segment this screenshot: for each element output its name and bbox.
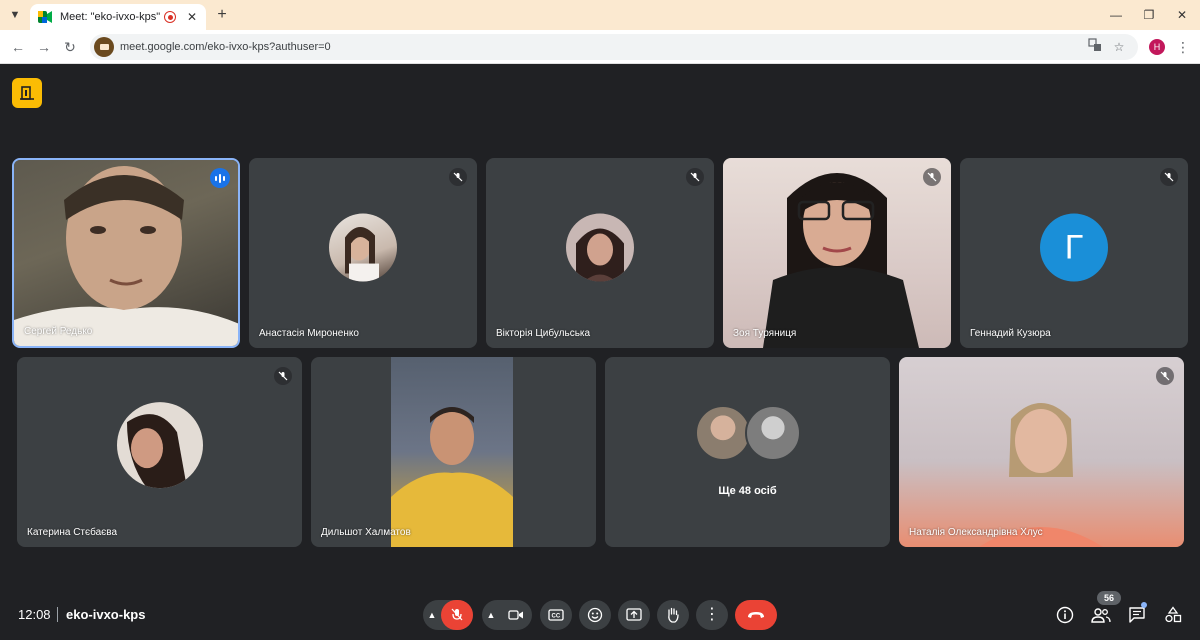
- more-participants-label: Ще 48 осіб: [718, 485, 777, 497]
- restore-button[interactable]: ❐: [1139, 5, 1159, 25]
- mic-off-icon: [274, 367, 292, 385]
- video-options-chevron-icon[interactable]: ▲: [482, 610, 500, 620]
- people-button[interactable]: [1090, 604, 1112, 626]
- tab-title: Meet: "eko-ivxo-kps": [60, 11, 161, 23]
- participant-name: Анастасія Мироненко: [259, 328, 359, 339]
- mic-off-icon: [923, 168, 941, 186]
- participant-tile[interactable]: Г Геннадий Кузюра: [960, 158, 1188, 348]
- mic-off-icon: [1160, 168, 1178, 186]
- url-text: meet.google.com/eko-ivxo-kps?authuser=0: [120, 41, 331, 53]
- participant-tile[interactable]: Вікторія Цибульська: [486, 158, 714, 348]
- present-screen-button[interactable]: [618, 600, 650, 630]
- participant-avatar: [744, 405, 801, 461]
- participant-avatar: [566, 213, 634, 282]
- hang-up-icon: [748, 612, 764, 618]
- participant-tile[interactable]: Дильшот Халматов: [311, 357, 596, 547]
- more-vert-icon: ⋮: [704, 606, 720, 623]
- raise-hand-button[interactable]: [657, 600, 689, 630]
- browser-tabstrip: ▼ Meet: "eko-ivxo-kps" ✕ + — ❐ ✕: [0, 0, 1200, 30]
- participant-name: Наталія Олександрівна Хлус: [909, 527, 1043, 538]
- mic-off-icon: [1156, 367, 1174, 385]
- back-button[interactable]: ←: [8, 37, 28, 57]
- participant-tile[interactable]: Катерина Стєбаєва: [17, 357, 302, 547]
- browser-menu-icon[interactable]: ⋮: [1176, 38, 1190, 56]
- minimize-button[interactable]: —: [1106, 5, 1126, 25]
- video-controls: ▲: [482, 600, 532, 630]
- people-icon: [1091, 608, 1111, 623]
- participant-name: Дильшот Халматов: [321, 527, 411, 538]
- participant-count-badge: 56: [1097, 591, 1121, 605]
- camera-icon: [508, 610, 523, 620]
- participant-avatar: Г: [1040, 213, 1108, 282]
- hand-icon: [668, 607, 679, 623]
- participant-name: Сергей Редько: [24, 326, 93, 337]
- audio-controls: ▲: [423, 600, 473, 630]
- speaking-indicator-icon: [210, 168, 230, 188]
- present-icon: [626, 608, 642, 621]
- camera-toggle-button[interactable]: [500, 600, 532, 630]
- audio-options-chevron-icon[interactable]: ▲: [423, 610, 441, 620]
- participant-video: [14, 160, 238, 346]
- profile-avatar[interactable]: H: [1149, 39, 1165, 55]
- mic-toggle-button[interactable]: [441, 600, 473, 630]
- meeting-controls-bar: 12:08 eko-ivxo-kps ▲ ▲ CC ⋮ 56: [0, 591, 1200, 636]
- emoji-icon: [587, 607, 603, 623]
- more-participants-avatars: [694, 405, 801, 461]
- participant-tile[interactable]: Анастасія Мироненко: [249, 158, 477, 348]
- new-tab-button[interactable]: +: [212, 5, 232, 25]
- bookmark-star-icon[interactable]: ☆: [1110, 38, 1128, 56]
- mic-off-icon: [449, 168, 467, 186]
- host-controls-icon[interactable]: [12, 78, 42, 108]
- more-participants-tile[interactable]: Ще 48 осіб: [605, 357, 890, 547]
- participant-tile[interactable]: Зоя Туряниця: [723, 158, 951, 348]
- participant-avatar: [694, 405, 751, 461]
- reactions-button[interactable]: [579, 600, 611, 630]
- participant-avatar: [116, 402, 203, 489]
- captions-icon: CC: [548, 609, 564, 621]
- address-bar[interactable]: meet.google.com/eko-ivxo-kps?authuser=0 …: [90, 34, 1138, 60]
- site-info-icon[interactable]: [94, 37, 114, 57]
- unread-chat-indicator: [1141, 602, 1147, 608]
- tab-close-icon[interactable]: ✕: [186, 10, 198, 24]
- participant-name: Вікторія Цибульська: [496, 328, 591, 339]
- forward-button[interactable]: →: [34, 37, 54, 57]
- activities-button[interactable]: [1162, 604, 1184, 626]
- participant-video: [899, 357, 1184, 547]
- meeting-clock: 12:08: [18, 607, 51, 622]
- participant-name: Катерина Стєбаєва: [27, 527, 118, 538]
- more-options-button[interactable]: ⋮: [696, 600, 728, 630]
- svg-text:CC: CC: [552, 614, 561, 620]
- mic-off-icon: [686, 168, 704, 186]
- browser-toolbar: ← → ↻ meet.google.com/eko-ivxo-kps?authu…: [0, 30, 1200, 64]
- divider: [57, 607, 58, 622]
- leave-call-button[interactable]: [735, 600, 777, 630]
- activities-icon: [1165, 606, 1182, 623]
- reload-button[interactable]: ↻: [60, 37, 80, 57]
- participant-video: [391, 357, 513, 547]
- browser-tab[interactable]: Meet: "eko-ivxo-kps" ✕: [30, 4, 206, 30]
- meeting-code: eko-ivxo-kps: [66, 607, 146, 622]
- participant-name: Зоя Туряниця: [733, 328, 797, 339]
- meeting-details-button[interactable]: [1054, 604, 1076, 626]
- meet-favicon-icon: [38, 11, 52, 23]
- translate-icon[interactable]: [1086, 38, 1104, 56]
- window-close-button[interactable]: ✕: [1172, 5, 1192, 25]
- participant-tile[interactable]: Сергей Редько: [12, 158, 240, 348]
- participant-video: [723, 158, 951, 348]
- meet-stage: Сергей Редько Анастасія Мироненко Віктор…: [0, 64, 1200, 640]
- participant-name: Геннадий Кузюра: [970, 328, 1051, 339]
- recording-icon: [164, 11, 176, 23]
- captions-button[interactable]: CC: [540, 600, 572, 630]
- chat-icon: [1129, 607, 1145, 623]
- participant-avatar: [329, 213, 397, 282]
- info-icon: [1056, 606, 1074, 624]
- mic-off-icon: [451, 608, 463, 621]
- participant-tile[interactable]: Наталія Олександрівна Хлус: [899, 357, 1184, 547]
- tab-search-button[interactable]: ▼: [6, 6, 24, 24]
